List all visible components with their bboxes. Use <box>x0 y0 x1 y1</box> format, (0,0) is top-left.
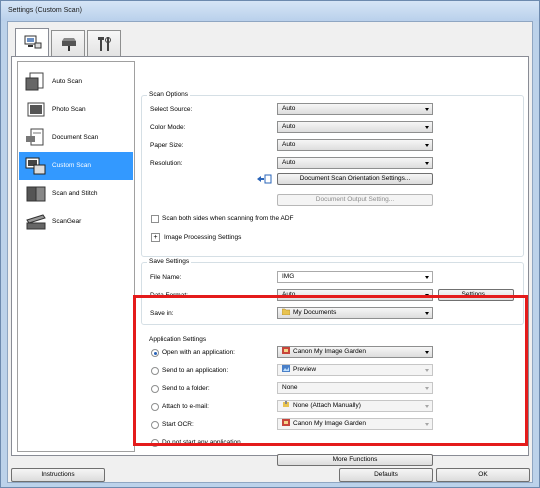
document-output-button[interactable]: Document Output Setting... <box>277 194 433 206</box>
orientation-settings-button[interactable]: Document Scan Orientation Settings... <box>277 173 433 185</box>
file-name-combobox[interactable]: IMG <box>277 271 433 283</box>
more-functions-button[interactable]: More Functions <box>277 454 433 466</box>
scangear-icon <box>26 214 46 230</box>
title-bar: Settings (Custom Scan) <box>1 1 539 21</box>
color-mode-label: Color Mode: <box>150 124 186 131</box>
paper-size-label: Paper Size: <box>150 142 184 149</box>
sidebar-item-document-scan[interactable]: Document Scan <box>19 124 133 152</box>
resolution-label: Resolution: <box>150 160 183 167</box>
sidebar-item-scan-and-stitch[interactable]: Scan and Stitch <box>19 180 133 208</box>
defaults-button[interactable]: Defaults <box>339 468 433 482</box>
tab-general-settings[interactable] <box>87 30 121 56</box>
computer-scan-icon <box>24 35 42 49</box>
scan-mode-list: Auto Scan Photo Scan Document Scan Custo… <box>17 61 135 452</box>
tools-icon <box>98 37 111 51</box>
chevron-down-icon <box>425 126 429 129</box>
photo-scan-icon <box>27 102 45 117</box>
file-name-label: File Name: <box>150 274 182 281</box>
paper-size-dropdown[interactable]: Auto <box>277 139 433 151</box>
tab-scan-from-computer[interactable] <box>15 28 49 56</box>
chevron-down-icon <box>425 162 429 165</box>
sidebar-item-photo-scan[interactable]: Photo Scan <box>19 96 133 124</box>
scan-both-sides-checkbox[interactable] <box>151 215 159 223</box>
sidebar-item-custom-scan[interactable]: Custom Scan <box>19 152 133 180</box>
ok-button[interactable]: OK <box>436 468 530 482</box>
chevron-down-icon <box>425 108 429 111</box>
select-source-label: Select Source: <box>150 106 193 113</box>
stitch-icon <box>26 186 46 202</box>
resolution-dropdown[interactable]: Auto <box>277 157 433 169</box>
settings-window: Settings (Custom Scan) Auto Scan Photo S… <box>0 0 540 488</box>
sidebar-item-scangear[interactable]: ScanGear <box>19 208 133 236</box>
dialog-body: Auto Scan Photo Scan Document Scan Custo… <box>7 21 533 483</box>
save-settings-title: Save Settings <box>147 258 192 265</box>
sidebar-item-auto-scan[interactable]: Auto Scan <box>19 68 133 96</box>
auto-scan-icon <box>25 72 44 91</box>
tab-scan-from-operation-panel[interactable] <box>51 30 85 56</box>
highlight-annotation <box>133 295 528 446</box>
select-source-dropdown[interactable]: Auto <box>277 103 433 115</box>
expand-plus-icon[interactable]: + <box>151 233 160 242</box>
window-title: Settings (Custom Scan) <box>8 7 82 14</box>
document-scan-icon <box>26 128 44 146</box>
scan-options-title: Scan Options <box>147 91 191 98</box>
image-processing-label: Image Processing Settings <box>164 234 242 241</box>
orientation-icon <box>257 174 272 184</box>
instructions-button[interactable]: Instructions <box>11 468 105 482</box>
chevron-down-icon <box>425 144 429 147</box>
color-mode-dropdown[interactable]: Auto <box>277 121 433 133</box>
chevron-down-icon <box>425 276 429 279</box>
scan-both-sides-label: Scan both sides when scanning from the A… <box>162 215 294 222</box>
scanner-icon <box>62 38 76 51</box>
custom-scan-icon <box>25 157 46 175</box>
